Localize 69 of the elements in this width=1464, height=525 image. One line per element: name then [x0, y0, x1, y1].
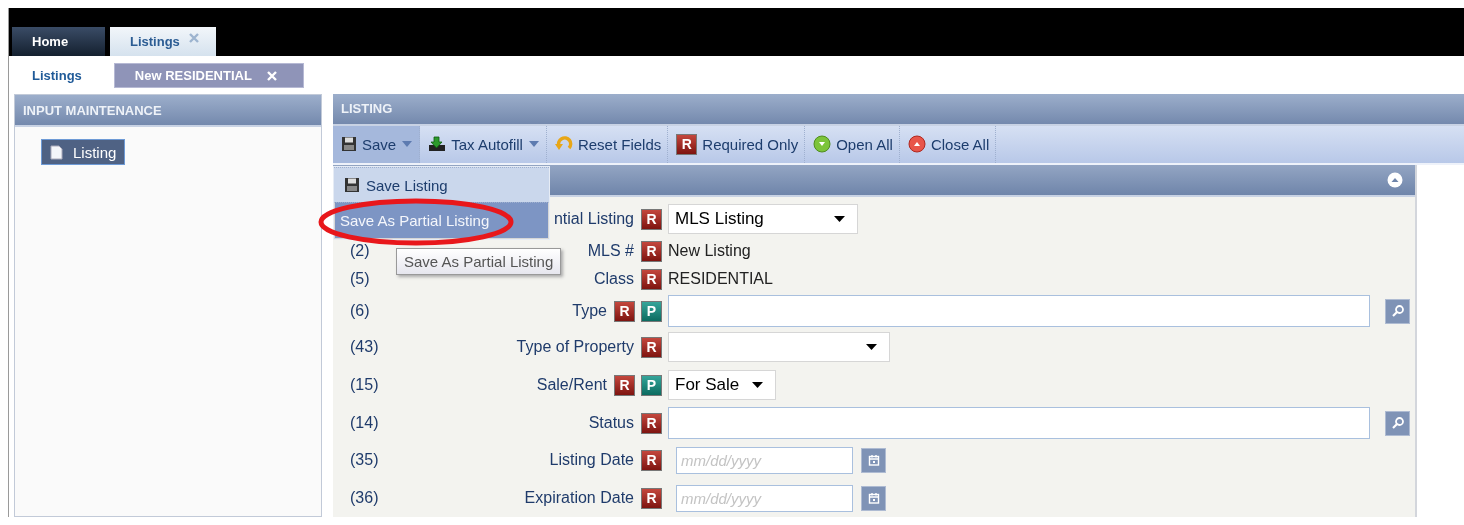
calendar-icon	[867, 492, 880, 504]
calendar-button[interactable]	[861, 447, 886, 473]
dropdown[interactable]: MLS Listing	[668, 204, 858, 234]
date-field[interactable]: mm/dd/yyyy	[676, 446, 853, 474]
caret-icon	[401, 140, 414, 149]
field-number: (36)	[350, 489, 380, 507]
toolbar-button[interactable]: Reset Fields	[546, 125, 669, 163]
calendar-button[interactable]	[861, 485, 886, 511]
field-badge: R	[641, 240, 662, 262]
tab[interactable]: Home	[12, 27, 105, 56]
field-value: New Listing	[668, 242, 751, 260]
field-number: (5)	[350, 270, 371, 288]
toolbar-button[interactable]: Tax Autofill	[420, 125, 547, 163]
search-icon	[1390, 304, 1405, 318]
field-badge: P	[641, 300, 662, 322]
toolbar-button[interactable]: Open All	[805, 125, 900, 163]
field-number: (43)	[350, 338, 380, 356]
dropdown[interactable]: For Sale	[668, 370, 776, 400]
field-badge: R	[641, 412, 662, 434]
search-button[interactable]	[1385, 410, 1410, 436]
field-badge: R	[614, 374, 635, 396]
field-label: Type	[572, 302, 607, 320]
search-icon	[1390, 416, 1405, 430]
tree-item[interactable]: Listing	[41, 139, 126, 165]
caret-icon	[834, 216, 845, 222]
field-badge: R	[641, 268, 662, 290]
field-number: (15)	[350, 376, 380, 394]
field-badge: R	[614, 300, 635, 322]
toolbar-button[interactable]: R Required Only	[668, 125, 806, 163]
field-number: (6)	[350, 302, 371, 320]
caret-icon	[752, 382, 763, 388]
input-field[interactable]	[668, 407, 1370, 439]
field-label: Listing Date	[549, 451, 634, 469]
search-button[interactable]	[1385, 298, 1410, 324]
field-badge: P	[641, 374, 662, 396]
toolbar-button[interactable]: Close All	[899, 125, 997, 163]
field-label: Expiration Date	[524, 489, 634, 507]
field-badge: R	[641, 449, 662, 471]
caret-icon	[866, 344, 877, 350]
field-number: (14)	[350, 414, 380, 432]
field-value: RESIDENTIAL	[668, 270, 773, 288]
field-label: Status	[588, 414, 634, 432]
field-label: ntial Listing	[553, 210, 634, 228]
tab[interactable]: Listings	[110, 27, 216, 56]
down-arrow-circle-icon	[813, 135, 832, 154]
field-number: (2)	[350, 242, 371, 260]
caret-icon	[527, 140, 540, 149]
field-number: (35)	[350, 451, 380, 469]
tooltip: Save As Partial Listing	[396, 248, 562, 275]
document-icon	[50, 144, 63, 160]
panel-header: LISTING	[333, 94, 1464, 126]
up-arrow-circle-icon	[907, 135, 926, 154]
tab[interactable]: Listings	[12, 63, 102, 88]
close-icon[interactable]	[187, 31, 200, 44]
field-label: Class	[594, 270, 634, 288]
date-field[interactable]: mm/dd/yyyy	[676, 484, 853, 512]
calendar-icon	[867, 454, 880, 466]
field-label: MLS #	[587, 242, 634, 260]
download-tray-icon	[428, 136, 447, 153]
badge-icon: R	[676, 133, 698, 155]
panel-header: INPUT MAINTENANCE	[15, 95, 321, 127]
field-label: Sale/Rent	[536, 376, 607, 394]
input-field[interactable]	[668, 295, 1370, 327]
collapse-icon[interactable]	[1387, 172, 1403, 188]
field-label: Type of Property	[516, 338, 634, 356]
field-badge: R	[641, 208, 662, 230]
field-badge: R	[641, 487, 662, 509]
toolbar-button[interactable]: Save	[333, 125, 421, 163]
field-badge: R	[641, 336, 662, 358]
